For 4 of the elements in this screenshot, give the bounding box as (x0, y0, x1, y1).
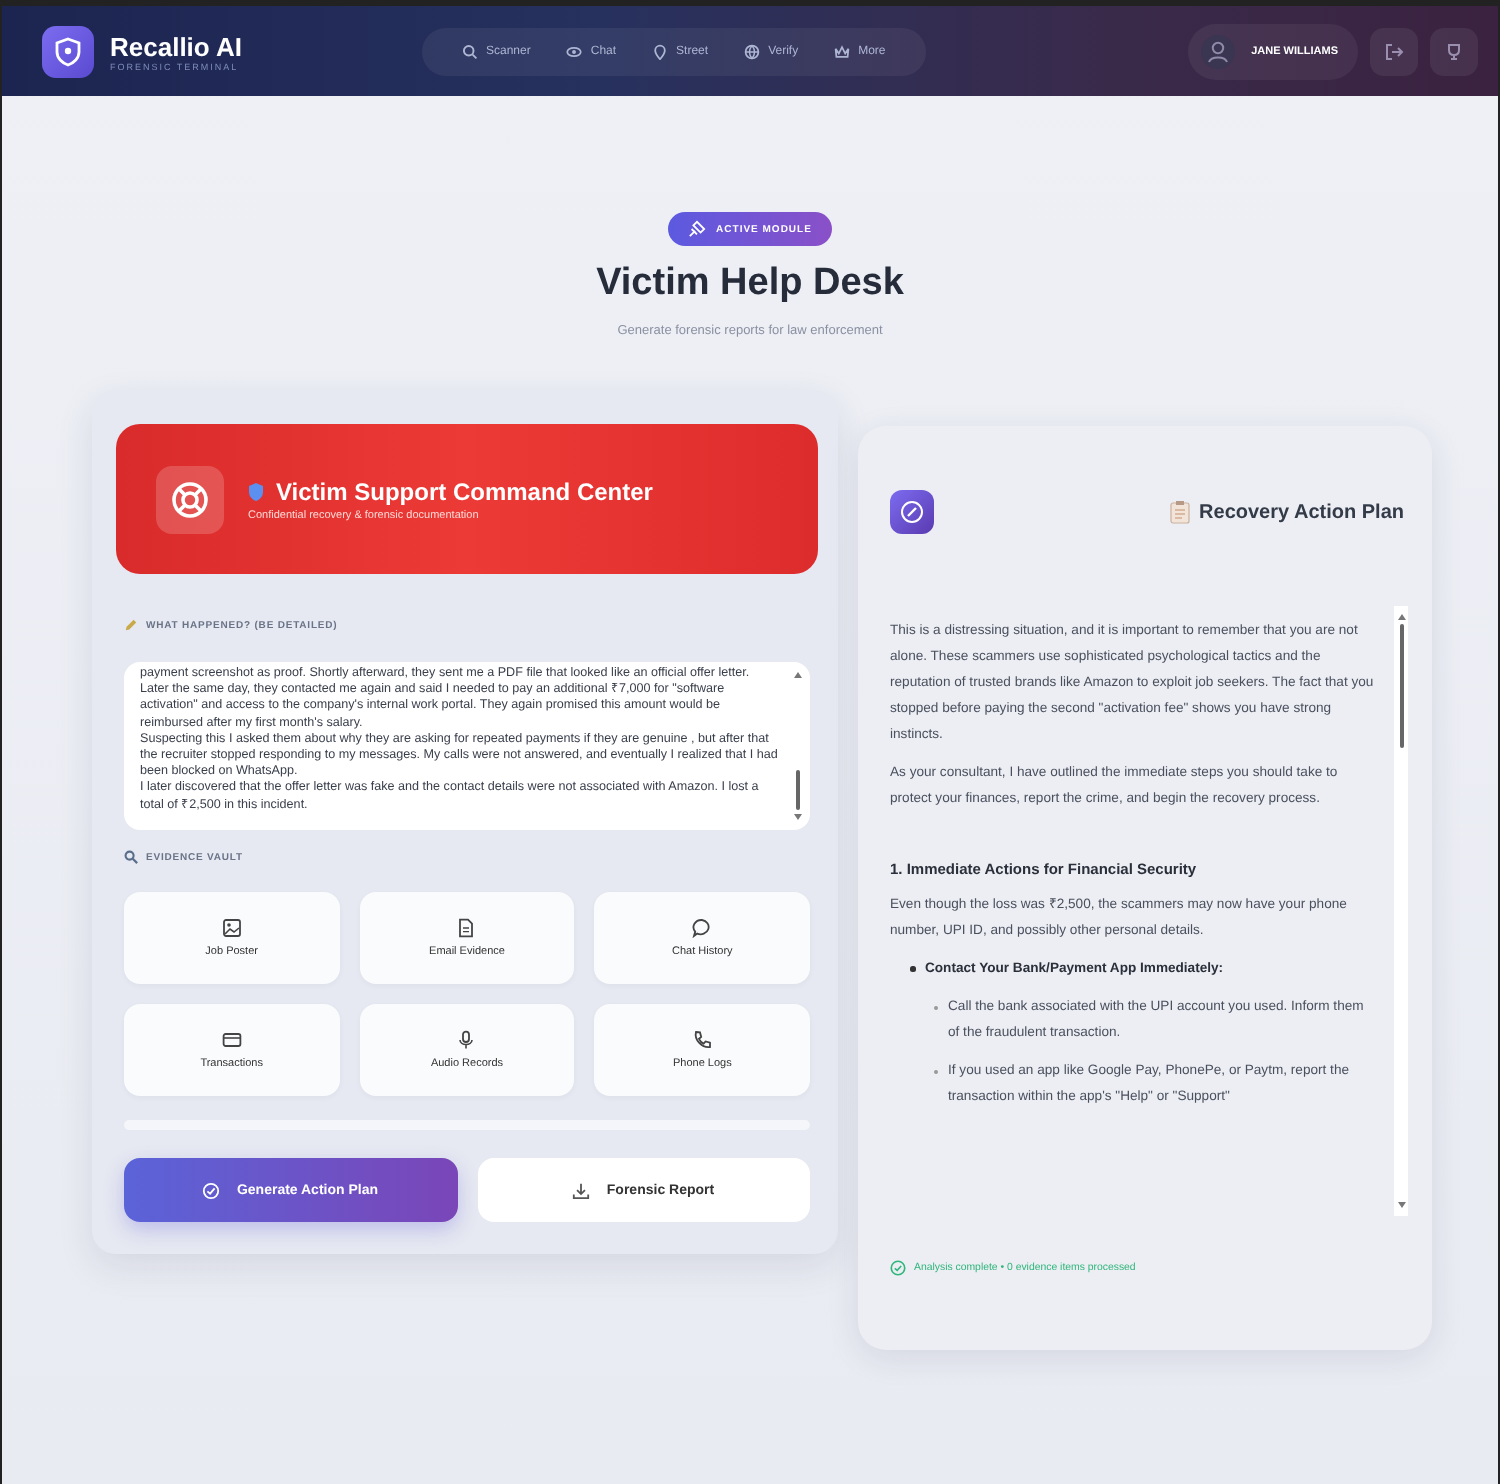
app-name: Recallio AI (110, 31, 242, 61)
card-title: Victim Support Command Center (276, 477, 653, 505)
page-title: Victim Help Desk (596, 262, 904, 306)
card-title: Recovery Action Plan (1199, 501, 1404, 523)
